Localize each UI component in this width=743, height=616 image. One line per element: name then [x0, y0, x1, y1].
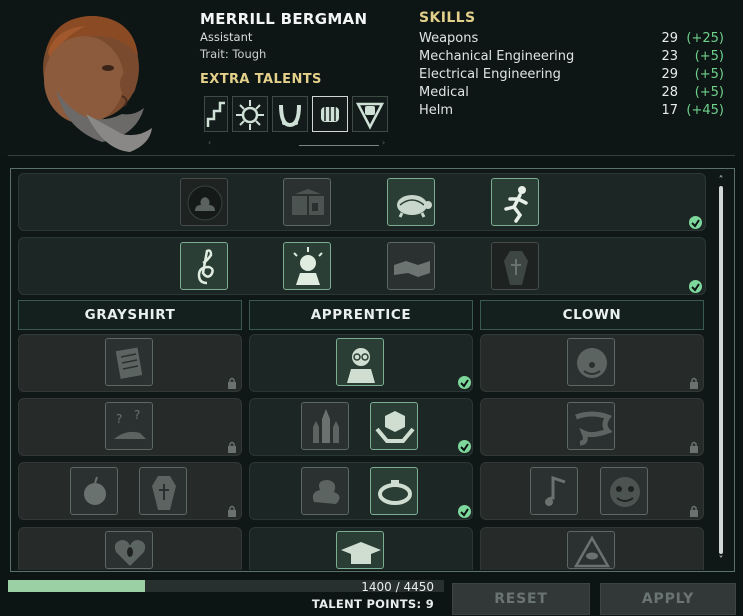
- horseshoe-icon[interactable]: [272, 96, 308, 132]
- skill-row: Helm 17 (+45): [419, 103, 724, 121]
- talent-points-label: TALENT POINTS: 9: [311, 597, 434, 611]
- character-portrait: [43, 15, 152, 152]
- column-header-apprentice: APPRENTICE: [249, 300, 473, 330]
- talent-row-2: [18, 237, 706, 295]
- character-name: MERRILL BERGMAN: [200, 10, 368, 28]
- lock-icon: [690, 505, 698, 517]
- talent-row-1: [18, 173, 706, 231]
- skill-name: Medical: [419, 85, 469, 100]
- skill-name: Mechanical Engineering: [419, 49, 575, 64]
- character-trait: Trait: Tough: [200, 47, 267, 61]
- scroll-down-icon[interactable]: ˅: [716, 556, 726, 566]
- svg-text:?: ?: [134, 408, 140, 422]
- lock-icon: [690, 441, 698, 453]
- apprentice-tier-3: [249, 462, 473, 520]
- experience-progress-text: 1400 / 4450: [361, 580, 434, 594]
- skill-row: Weapons 29 (+25): [419, 31, 724, 49]
- unlocked-check-icon: [689, 216, 702, 229]
- running-man-icon[interactable]: [491, 178, 539, 226]
- lock-icon: [228, 441, 236, 453]
- lock-icon: [228, 377, 236, 389]
- skill-bonus: (+5): [694, 85, 724, 100]
- skill-value: 28: [661, 85, 678, 100]
- column-header-grayshirt: GRAYSHIRT: [18, 300, 242, 330]
- poop-icon[interactable]: [180, 178, 228, 226]
- header-divider: [8, 155, 735, 156]
- skill-name: Electrical Engineering: [419, 67, 561, 82]
- eye-pyramid-icon[interactable]: [567, 531, 615, 569]
- note-icon[interactable]: [530, 467, 578, 515]
- fist-icon[interactable]: [312, 96, 348, 132]
- handshake-icon[interactable]: [387, 242, 435, 290]
- character-role: Assistant: [200, 30, 253, 44]
- skill-name: Helm: [419, 103, 454, 118]
- ring-icon[interactable]: [370, 467, 418, 515]
- cheering-man-icon[interactable]: [283, 242, 331, 290]
- rockets-icon[interactable]: [301, 402, 349, 450]
- scream-icon[interactable]: [105, 531, 153, 569]
- column-header-clown: CLOWN: [480, 300, 704, 330]
- shield-fist-icon[interactable]: [352, 96, 388, 132]
- gear-sun-icon[interactable]: [232, 96, 268, 132]
- clown-face-icon[interactable]: [567, 338, 615, 386]
- treble-clef-icon[interactable]: [180, 242, 228, 290]
- skill-row: Mechanical Engineering 23 (+5): [419, 49, 724, 67]
- extra-talents-strip[interactable]: [204, 96, 388, 134]
- clown-mask-icon[interactable]: [600, 467, 648, 515]
- talent-tree-scrollbar[interactable]: ˄ ˅: [716, 176, 726, 568]
- character-header: MERRILL BERGMAN Assistant Trait: Tough E…: [0, 0, 743, 158]
- coffin-icon[interactable]: [139, 467, 187, 515]
- scroll-right-icon[interactable]: ›: [382, 138, 385, 147]
- unlocked-check-icon: [458, 505, 471, 518]
- apple-icon[interactable]: [70, 467, 118, 515]
- slime-icon[interactable]: [567, 402, 615, 450]
- unlocked-check-icon: [458, 376, 471, 389]
- scientist-icon[interactable]: [336, 338, 384, 386]
- skill-bonus: (+5): [694, 67, 724, 82]
- lock-icon: [228, 505, 236, 517]
- extra-talents-title: EXTRA TALENTS: [200, 72, 322, 87]
- question-cat-icon[interactable]: ??: [105, 402, 153, 450]
- stairs-icon[interactable]: [204, 96, 228, 132]
- lock-icon: [690, 377, 698, 389]
- skills-title: SKILLS: [419, 10, 476, 26]
- graduation-cap-icon[interactable]: [336, 531, 384, 569]
- experience-progress-fill: [8, 580, 146, 592]
- scroll-thumb[interactable]: [299, 145, 379, 146]
- apprentice-tier-2: [249, 398, 473, 456]
- grayshirt-tier-3: [18, 462, 242, 520]
- unlocked-check-icon: [689, 280, 702, 293]
- skill-name: Weapons: [419, 31, 479, 46]
- scroll-thumb[interactable]: [719, 186, 723, 554]
- turtle-icon[interactable]: [387, 178, 435, 226]
- scroll-left-icon[interactable]: ‹: [208, 138, 211, 147]
- apply-button[interactable]: APPLY: [600, 583, 736, 615]
- skill-row: Medical 28 (+5): [419, 85, 724, 103]
- skill-value: 29: [661, 67, 678, 82]
- skill-value: 17: [661, 103, 678, 118]
- skill-row: Electrical Engineering 29 (+5): [419, 67, 724, 85]
- documents-icon[interactable]: [105, 338, 153, 386]
- hands-box-icon[interactable]: [370, 402, 418, 450]
- scroll-up-icon[interactable]: ˄: [716, 176, 726, 186]
- svg-text:?: ?: [116, 412, 122, 426]
- clown-tier-3: [480, 462, 704, 520]
- skill-bonus: (+25): [686, 31, 724, 46]
- skill-bonus: (+5): [694, 49, 724, 64]
- smoke-icon[interactable]: [301, 467, 349, 515]
- skill-value: 29: [661, 31, 678, 46]
- coffin-icon[interactable]: [491, 242, 539, 290]
- skill-value: 23: [661, 49, 678, 64]
- skill-bonus: (+45): [686, 103, 724, 118]
- reset-button[interactable]: RESET: [452, 583, 590, 615]
- crate-icon[interactable]: [283, 178, 331, 226]
- extra-talents-scrollbar[interactable]: ‹ ›: [204, 138, 388, 150]
- unlocked-check-icon: [458, 440, 471, 453]
